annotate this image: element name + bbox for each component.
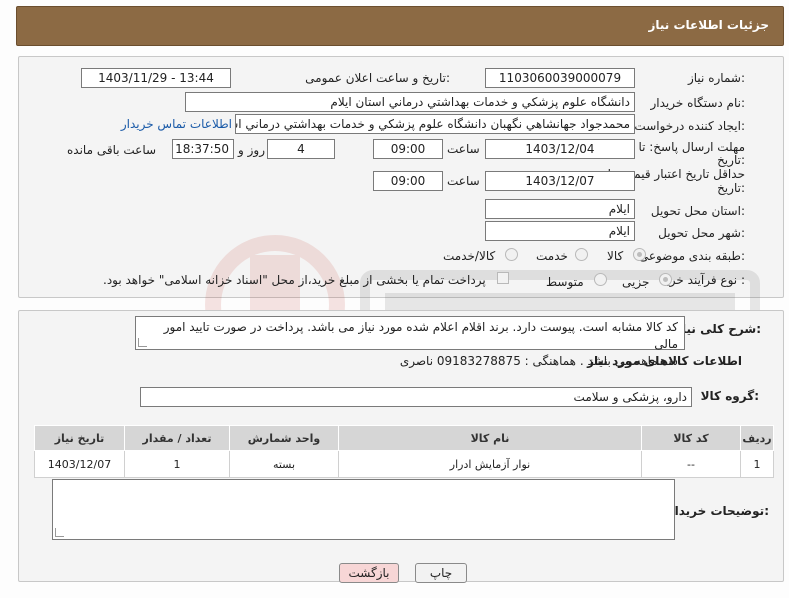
province-label: استان محل تحویل: — [650, 204, 745, 218]
deadline-time-field: 09:00 — [373, 139, 443, 159]
city-field: ايلام — [485, 221, 635, 241]
page: جزئیات اطلاعات نیاز شماره نیاز: 11030600… — [0, 0, 789, 598]
back-button[interactable]: بازگشت — [339, 563, 399, 583]
deadline-label-date: تاریخ: — [717, 153, 745, 167]
process-radio-minor[interactable] — [659, 273, 672, 286]
page-title: جزئیات اطلاعات نیاز — [648, 18, 769, 32]
buyer-org-label: نام دستگاه خریدار: — [650, 96, 746, 110]
description-textarea[interactable]: کد کالا مشابه است. پیوست دارد. برند اقلا… — [135, 316, 685, 368]
category-option-goods: کالا — [607, 249, 624, 263]
cell-unit: بسته — [229, 450, 339, 478]
print-button[interactable]: چاپ — [415, 563, 467, 583]
resize-grip-icon[interactable] — [138, 338, 147, 347]
treasury-payment-note: پرداخت تمام یا بخشی از مبلغ خرید،از محل … — [103, 273, 486, 287]
cell-goods-name: نوار آزمایش ادرار — [338, 450, 642, 478]
cell-need-date: 1403/12/07 — [34, 450, 125, 478]
buyer-notes-textarea[interactable] — [52, 479, 675, 540]
contact-info-link[interactable]: اطلاعات تماس خریدار — [121, 117, 232, 131]
days-remaining-field: 4 — [267, 139, 335, 159]
category-radio-service[interactable] — [575, 248, 588, 261]
time-remaining-label: ساعت باقی مانده — [67, 143, 157, 157]
treasury-payment-checkbox[interactable] — [497, 272, 509, 284]
col-goods-name: نام کالا — [338, 425, 642, 451]
col-quantity: تعداد / مقدار — [124, 425, 230, 451]
cell-goods-code: -- — [641, 450, 741, 478]
category-label: طبقه بندی موضوعی: — [638, 249, 745, 263]
buyer-org-field: دانشگاه علوم پزشکي و خدمات بهداشتي درمان… — [185, 92, 635, 112]
creator-label: ایجاد کننده درخواست: — [634, 119, 745, 133]
goods-table-header: ردیف کد کالا نام کالا واحد شمارش تعداد /… — [34, 425, 774, 451]
deadline-time-label: ساعت — [447, 142, 480, 156]
col-goods-code: کد کالا — [641, 425, 741, 451]
time-remaining-field: 18:37:50 — [172, 139, 234, 159]
description-label: شرح کلی نیاز: — [675, 322, 761, 336]
creator-field: محمدجواد جهانشاهي نگهبان دانشگاه علوم پز… — [235, 114, 635, 134]
category-option-goods-service: کالا/خدمت — [443, 249, 496, 263]
deadline-label: مهلت ارسال پاسخ: تا — [638, 140, 745, 154]
goods-group-field: دارو، پزشکی و سلامت — [140, 387, 692, 407]
validity-time-label: ساعت — [447, 174, 480, 188]
process-radio-medium[interactable] — [594, 273, 607, 286]
category-radio-goods[interactable] — [633, 248, 646, 261]
table-row: 1 -- نوار آزمایش ادرار بسته 1 1403/12/07 — [34, 450, 774, 478]
days-label: روز و — [238, 143, 265, 157]
need-number-field: 1103060039000079 — [485, 68, 635, 88]
resize-grip-icon[interactable] — [55, 528, 64, 537]
buyer-notes-label: توضیحات خریدار: — [667, 504, 769, 518]
col-unit: واحد شمارش — [229, 425, 339, 451]
validity-time-field: 09:00 — [373, 171, 443, 191]
cell-row-number: 1 — [740, 450, 774, 478]
col-row-number: ردیف — [740, 425, 774, 451]
announce-date-field: 1403/11/29 - 13:44 — [81, 68, 231, 88]
col-need-date: تاریخ نیاز — [34, 425, 125, 451]
goods-section-title: اطلاعات کالاهای مورد نیاز — [587, 354, 742, 368]
deadline-date-field: 1403/12/04 — [485, 139, 635, 159]
validity-date-field: 1403/12/07 — [485, 171, 635, 191]
process-option-medium: متوسط — [546, 275, 584, 289]
city-label: شهر محل تحویل: — [658, 226, 745, 240]
process-option-minor: جزیی — [622, 275, 650, 289]
goods-group-label: گروه کالا: — [700, 389, 759, 403]
validity-label-date: تاریخ: — [717, 181, 745, 195]
need-number-label: شماره نیاز: — [687, 71, 745, 85]
goods-table: ردیف کد کالا نام کالا واحد شمارش تعداد /… — [34, 425, 774, 478]
announce-date-label: تاریخ و ساعت اعلان عمومی: — [305, 71, 450, 85]
process-label: نوع فرآیند خرید : — [660, 273, 745, 287]
title-bar: جزئیات اطلاعات نیاز — [16, 6, 784, 46]
cell-quantity: 1 — [124, 450, 230, 478]
category-radio-goods-service[interactable] — [505, 248, 518, 261]
category-option-service: خدمت — [536, 249, 568, 263]
description-line-1: کد کالا مشابه است. پیوست دارد. برند اقلا… — [163, 320, 678, 351]
province-field: ايلام — [485, 199, 635, 219]
